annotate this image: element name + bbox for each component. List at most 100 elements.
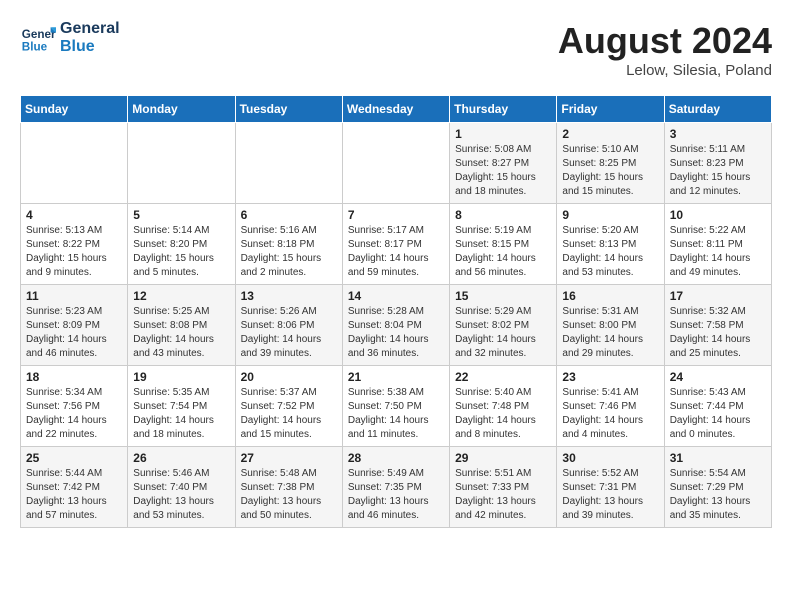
day-cell: 18Sunrise: 5:34 AM Sunset: 7:56 PM Dayli… — [21, 366, 128, 447]
day-cell: 16Sunrise: 5:31 AM Sunset: 8:00 PM Dayli… — [557, 285, 664, 366]
day-info: Sunrise: 5:54 AM Sunset: 7:29 PM Dayligh… — [670, 467, 766, 523]
day-info: Sunrise: 5:16 AM Sunset: 8:18 PM Dayligh… — [241, 224, 337, 280]
day-cell: 19 Sunrise: 5:35 AM Sunset: 7:54 PM Dayli… — [128, 366, 235, 447]
day-info: Sunrise: 5:51 AM Sunset: 7:33 PM Dayligh… — [455, 467, 551, 523]
day-info: Sunrise: 5:38 AM Sunset: 7:50 PM Dayligh… — [348, 386, 444, 442]
day-number: 28 — [348, 451, 444, 465]
day-info: Sunrise: 5:35 AM Sunset: 7:54 PM Dayligh… — [133, 386, 229, 442]
day-info: Sunrise: 5:52 AM Sunset: 7:31 PM Dayligh… — [562, 467, 658, 523]
svg-text:Blue: Blue — [22, 41, 48, 54]
day-cell: 14 Sunrise: 5:28 AM Sunset: 8:04 PM Dayli… — [342, 285, 449, 366]
day-info: Sunrise: 5:25 AM Sunset: 8:08 PM Dayligh… — [133, 305, 229, 361]
day-info: Sunrise: 5:26 AM Sunset: 8:06 PM Dayligh… — [241, 305, 337, 361]
logo-line1: General — [60, 20, 120, 38]
day-cell: 29 Sunrise: 5:51 AM Sunset: 7:33 PM Dayli… — [450, 447, 557, 528]
day-cell: 12 Sunrise: 5:25 AM Sunset: 8:08 PM Dayli… — [128, 285, 235, 366]
location: Lelow, Silesia, Poland — [558, 62, 772, 79]
day-number: 29 — [455, 451, 551, 465]
day-cell — [128, 123, 235, 204]
day-number: 12 — [133, 289, 229, 303]
header-cell-wednesday: Wednesday — [342, 96, 449, 123]
week-row-3: 11Sunrise: 5:23 AM Sunset: 8:09 PM Dayli… — [21, 285, 772, 366]
day-cell: 24 Sunrise: 5:43 AM Sunset: 7:44 PM Dayli… — [664, 366, 771, 447]
day-cell: 2 Sunrise: 5:10 AM Sunset: 8:25 PM Daylig… — [557, 123, 664, 204]
day-cell: 30 Sunrise: 5:52 AM Sunset: 7:31 PM Dayli… — [557, 447, 664, 528]
day-info: Sunrise: 5:44 AM Sunset: 7:42 PM Dayligh… — [26, 467, 122, 523]
day-info: Sunrise: 5:43 AM Sunset: 7:44 PM Dayligh… — [670, 386, 766, 442]
day-cell: 13 Sunrise: 5:26 AM Sunset: 8:06 PM Dayli… — [235, 285, 342, 366]
day-number: 10 — [670, 208, 766, 222]
day-cell — [235, 123, 342, 204]
month-year: August 2024 — [558, 20, 772, 62]
header-cell-friday: Friday — [557, 96, 664, 123]
day-number: 9 — [562, 208, 658, 222]
logo-line2: Blue — [60, 38, 120, 56]
day-info: Sunrise: 5:20 AM Sunset: 8:13 PM Dayligh… — [562, 224, 658, 280]
day-cell: 23Sunrise: 5:41 AM Sunset: 7:46 PM Dayli… — [557, 366, 664, 447]
day-cell: 9 Sunrise: 5:20 AM Sunset: 8:13 PM Daylig… — [557, 204, 664, 285]
day-cell: 5 Sunrise: 5:14 AM Sunset: 8:20 PM Daylig… — [128, 204, 235, 285]
day-number: 13 — [241, 289, 337, 303]
day-number: 26 — [133, 451, 229, 465]
day-cell: 15Sunrise: 5:29 AM Sunset: 8:02 PM Dayli… — [450, 285, 557, 366]
calendar-body: 1 Sunrise: 5:08 AM Sunset: 8:27 PM Daylig… — [21, 123, 772, 528]
day-info: Sunrise: 5:14 AM Sunset: 8:20 PM Dayligh… — [133, 224, 229, 280]
day-cell: 3 Sunrise: 5:11 AM Sunset: 8:23 PM Daylig… — [664, 123, 771, 204]
day-number: 24 — [670, 370, 766, 384]
day-number: 23 — [562, 370, 658, 384]
day-info: Sunrise: 5:22 AM Sunset: 8:11 PM Dayligh… — [670, 224, 766, 280]
day-info: Sunrise: 5:19 AM Sunset: 8:15 PM Dayligh… — [455, 224, 551, 280]
day-number: 16 — [562, 289, 658, 303]
day-cell: 26 Sunrise: 5:46 AM Sunset: 7:40 PM Dayli… — [128, 447, 235, 528]
day-cell: 31Sunrise: 5:54 AM Sunset: 7:29 PM Dayli… — [664, 447, 771, 528]
logo: General Blue General Blue — [20, 20, 120, 57]
header-cell-tuesday: Tuesday — [235, 96, 342, 123]
day-cell: 7Sunrise: 5:17 AM Sunset: 8:17 PM Daylig… — [342, 204, 449, 285]
week-row-1: 1 Sunrise: 5:08 AM Sunset: 8:27 PM Daylig… — [21, 123, 772, 204]
day-number: 11 — [26, 289, 122, 303]
logo-icon: General Blue — [20, 20, 56, 56]
day-number: 8 — [455, 208, 551, 222]
day-number: 1 — [455, 127, 551, 141]
day-cell: 6 Sunrise: 5:16 AM Sunset: 8:18 PM Daylig… — [235, 204, 342, 285]
day-number: 20 — [241, 370, 337, 384]
day-cell: 10 Sunrise: 5:22 AM Sunset: 8:11 PM Dayli… — [664, 204, 771, 285]
header-cell-monday: Monday — [128, 96, 235, 123]
day-info: Sunrise: 5:40 AM Sunset: 7:48 PM Dayligh… — [455, 386, 551, 442]
header-cell-saturday: Saturday — [664, 96, 771, 123]
header-cell-sunday: Sunday — [21, 96, 128, 123]
day-cell: 20Sunrise: 5:37 AM Sunset: 7:52 PM Dayli… — [235, 366, 342, 447]
day-cell: 25 Sunrise: 5:44 AM Sunset: 7:42 PM Dayli… — [21, 447, 128, 528]
header-row: SundayMondayTuesdayWednesdayThursdayFrid… — [21, 96, 772, 123]
week-row-2: 4Sunrise: 5:13 AM Sunset: 8:22 PM Daylig… — [21, 204, 772, 285]
page-header: General Blue General Blue August 2024 Le… — [20, 20, 772, 79]
day-cell: 4Sunrise: 5:13 AM Sunset: 8:22 PM Daylig… — [21, 204, 128, 285]
day-info: Sunrise: 5:29 AM Sunset: 8:02 PM Dayligh… — [455, 305, 551, 361]
day-number: 3 — [670, 127, 766, 141]
day-number: 14 — [348, 289, 444, 303]
day-info: Sunrise: 5:13 AM Sunset: 8:22 PM Dayligh… — [26, 224, 122, 280]
calendar-header: SundayMondayTuesdayWednesdayThursdayFrid… — [21, 96, 772, 123]
day-cell: 21Sunrise: 5:38 AM Sunset: 7:50 PM Dayli… — [342, 366, 449, 447]
week-row-4: 18Sunrise: 5:34 AM Sunset: 7:56 PM Dayli… — [21, 366, 772, 447]
day-info: Sunrise: 5:11 AM Sunset: 8:23 PM Dayligh… — [670, 143, 766, 199]
day-number: 22 — [455, 370, 551, 384]
day-info: Sunrise: 5:28 AM Sunset: 8:04 PM Dayligh… — [348, 305, 444, 361]
day-number: 5 — [133, 208, 229, 222]
day-info: Sunrise: 5:17 AM Sunset: 8:17 PM Dayligh… — [348, 224, 444, 280]
day-number: 25 — [26, 451, 122, 465]
day-number: 19 — [133, 370, 229, 384]
header-cell-thursday: Thursday — [450, 96, 557, 123]
day-info: Sunrise: 5:46 AM Sunset: 7:40 PM Dayligh… — [133, 467, 229, 523]
day-cell: 11Sunrise: 5:23 AM Sunset: 8:09 PM Dayli… — [21, 285, 128, 366]
day-info: Sunrise: 5:10 AM Sunset: 8:25 PM Dayligh… — [562, 143, 658, 199]
day-number: 30 — [562, 451, 658, 465]
day-info: Sunrise: 5:08 AM Sunset: 8:27 PM Dayligh… — [455, 143, 551, 199]
day-number: 6 — [241, 208, 337, 222]
day-cell: 28 Sunrise: 5:49 AM Sunset: 7:35 PM Dayli… — [342, 447, 449, 528]
day-number: 2 — [562, 127, 658, 141]
day-cell: 1 Sunrise: 5:08 AM Sunset: 8:27 PM Daylig… — [450, 123, 557, 204]
week-row-5: 25 Sunrise: 5:44 AM Sunset: 7:42 PM Dayli… — [21, 447, 772, 528]
day-cell: 17Sunrise: 5:32 AM Sunset: 7:58 PM Dayli… — [664, 285, 771, 366]
day-info: Sunrise: 5:49 AM Sunset: 7:35 PM Dayligh… — [348, 467, 444, 523]
